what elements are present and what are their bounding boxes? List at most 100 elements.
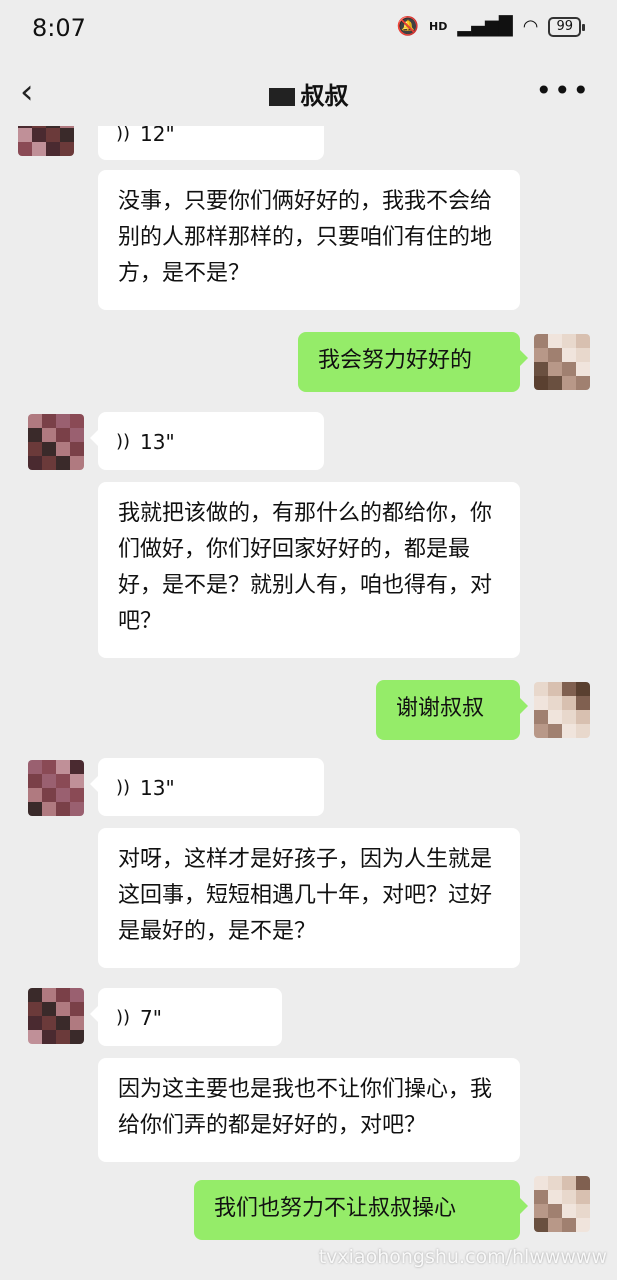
avatar-pixel xyxy=(42,788,56,802)
avatar-pixel xyxy=(534,682,548,696)
avatar-pixel xyxy=(548,362,562,376)
message-text: 我会努力好好的 xyxy=(318,348,473,373)
network-label: HD xyxy=(429,20,448,33)
voice-message[interactable]: )) 7" xyxy=(90,988,282,1046)
text-message-sent[interactable]: 我会努力好好的 xyxy=(298,332,528,392)
text-message[interactable]: 对呀，这样才是好孩子，因为人生就是这回事，短短相遇几十年，对吧？过好是最好的，是… xyxy=(98,828,520,968)
avatar-pixel xyxy=(28,788,42,802)
text-message[interactable]: 我就把该做的，有那什么的都给你，你们做好，你们好回家好好的，都是最好，是不是？就… xyxy=(98,482,520,658)
avatar-pixel xyxy=(70,802,84,816)
avatar-pixel xyxy=(56,988,70,1002)
avatar-pixel xyxy=(70,1030,84,1044)
avatar-pixel xyxy=(576,1204,590,1218)
avatar-pixel xyxy=(28,988,42,1002)
status-bar: 8:07 🔕 HD ▂▄▆█ ◠ 99 xyxy=(0,0,617,62)
avatar-pixel xyxy=(534,334,548,348)
contact-avatar[interactable] xyxy=(18,126,74,156)
avatar-pixel xyxy=(56,1002,70,1016)
avatar-pixel xyxy=(562,1176,576,1190)
avatar-pixel xyxy=(576,362,590,376)
voice-duration: 12" xyxy=(140,126,175,146)
status-icons: 🔕 HD ▂▄▆█ ◠ 99 xyxy=(397,16,585,37)
avatar-pixel xyxy=(56,1016,70,1030)
avatar-pixel xyxy=(534,1176,548,1190)
avatar-pixel xyxy=(42,428,56,442)
avatar-pixel xyxy=(548,682,562,696)
avatar-pixel xyxy=(56,788,70,802)
text-message[interactable]: 因为这主要也是我也不让你们操心，我给你们弄的都是好好的，对吧？ xyxy=(98,1058,520,1162)
avatar-pixel xyxy=(28,760,42,774)
avatar-pixel xyxy=(562,362,576,376)
avatar-pixel xyxy=(70,428,84,442)
avatar-pixel xyxy=(28,428,42,442)
avatar-pixel xyxy=(28,774,42,788)
avatar-pixel xyxy=(56,802,70,816)
avatar-pixel xyxy=(576,376,590,390)
my-avatar[interactable] xyxy=(534,682,590,738)
text-message[interactable]: 没事，只要你们俩好好的，我我不会给别的人那样那样的，只要咱们有住的地方，是不是？ xyxy=(98,170,520,310)
avatar-pixel xyxy=(56,428,70,442)
avatar-pixel xyxy=(56,442,70,456)
avatar-pixel xyxy=(28,802,42,816)
avatar-pixel xyxy=(534,1218,548,1232)
avatar-pixel xyxy=(576,710,590,724)
avatar-pixel xyxy=(576,334,590,348)
avatar-pixel xyxy=(548,1204,562,1218)
my-avatar[interactable] xyxy=(534,1176,590,1232)
avatar-pixel xyxy=(562,1204,576,1218)
voice-wave-icon: )) xyxy=(116,431,131,452)
avatar-pixel xyxy=(548,1176,562,1190)
message-text: 谢谢叔叔 xyxy=(396,696,485,721)
avatar-pixel xyxy=(534,362,548,376)
avatar-pixel xyxy=(576,1176,590,1190)
avatar-pixel xyxy=(562,1218,576,1232)
text-message-sent[interactable]: 我们也努力不让叔叔操心 xyxy=(194,1180,528,1240)
avatar-pixel xyxy=(60,128,74,142)
avatar-pixel xyxy=(576,1190,590,1204)
avatar-pixel xyxy=(576,724,590,738)
message-text: 没事，只要你们俩好好的，我我不会给别的人那样那样的，只要咱们有住的地方，是不是？ xyxy=(118,189,493,286)
voice-wave-icon: )) xyxy=(116,126,131,144)
message-text: 我就把该做的，有那什么的都给你，你们做好，你们好回家好好的，都是最好，是不是？就… xyxy=(118,501,493,634)
message-text: 对呀，这样才是好孩子，因为人生就是这回事，短短相遇几十年，对吧？过好是最好的，是… xyxy=(118,847,493,944)
avatar-pixel xyxy=(42,1002,56,1016)
avatar-pixel xyxy=(576,348,590,362)
avatar-pixel xyxy=(562,348,576,362)
avatar-pixel xyxy=(548,334,562,348)
avatar-pixel xyxy=(60,142,74,156)
text-message-sent[interactable]: 谢谢叔叔 xyxy=(376,680,528,740)
avatar-pixel xyxy=(18,128,32,142)
avatar-pixel xyxy=(28,442,42,456)
avatar-pixel xyxy=(534,724,548,738)
voice-message[interactable]: )) 13" xyxy=(90,412,324,470)
voice-wave-icon: )) xyxy=(116,777,131,798)
more-horizontal-icon[interactable]: ••• xyxy=(535,74,591,107)
contact-avatar[interactable] xyxy=(28,414,84,470)
avatar-pixel xyxy=(42,760,56,774)
avatar-pixel xyxy=(562,1190,576,1204)
avatar-pixel xyxy=(46,142,60,156)
voice-message[interactable]: )) 13" xyxy=(90,758,324,816)
avatar-pixel xyxy=(70,760,84,774)
avatar-pixel xyxy=(548,1190,562,1204)
voice-message[interactable]: )) 12" xyxy=(98,126,324,160)
voice-duration: 13" xyxy=(140,430,175,454)
avatar-pixel xyxy=(28,1030,42,1044)
avatar-pixel xyxy=(534,1190,548,1204)
avatar-pixel xyxy=(28,1016,42,1030)
avatar-pixel xyxy=(70,442,84,456)
avatar-pixel xyxy=(70,788,84,802)
my-avatar[interactable] xyxy=(534,334,590,390)
avatar-pixel xyxy=(548,1218,562,1232)
avatar-pixel xyxy=(70,1016,84,1030)
avatar-pixel xyxy=(548,376,562,390)
contact-avatar[interactable] xyxy=(28,988,84,1044)
avatar-pixel xyxy=(42,774,56,788)
avatar-pixel xyxy=(562,376,576,390)
contact-avatar[interactable] xyxy=(28,760,84,816)
avatar-pixel xyxy=(70,414,84,428)
avatar-pixel xyxy=(56,760,70,774)
chat-title-text: 叔叔 xyxy=(300,82,349,110)
avatar-pixel xyxy=(42,1016,56,1030)
avatar-pixel xyxy=(56,414,70,428)
